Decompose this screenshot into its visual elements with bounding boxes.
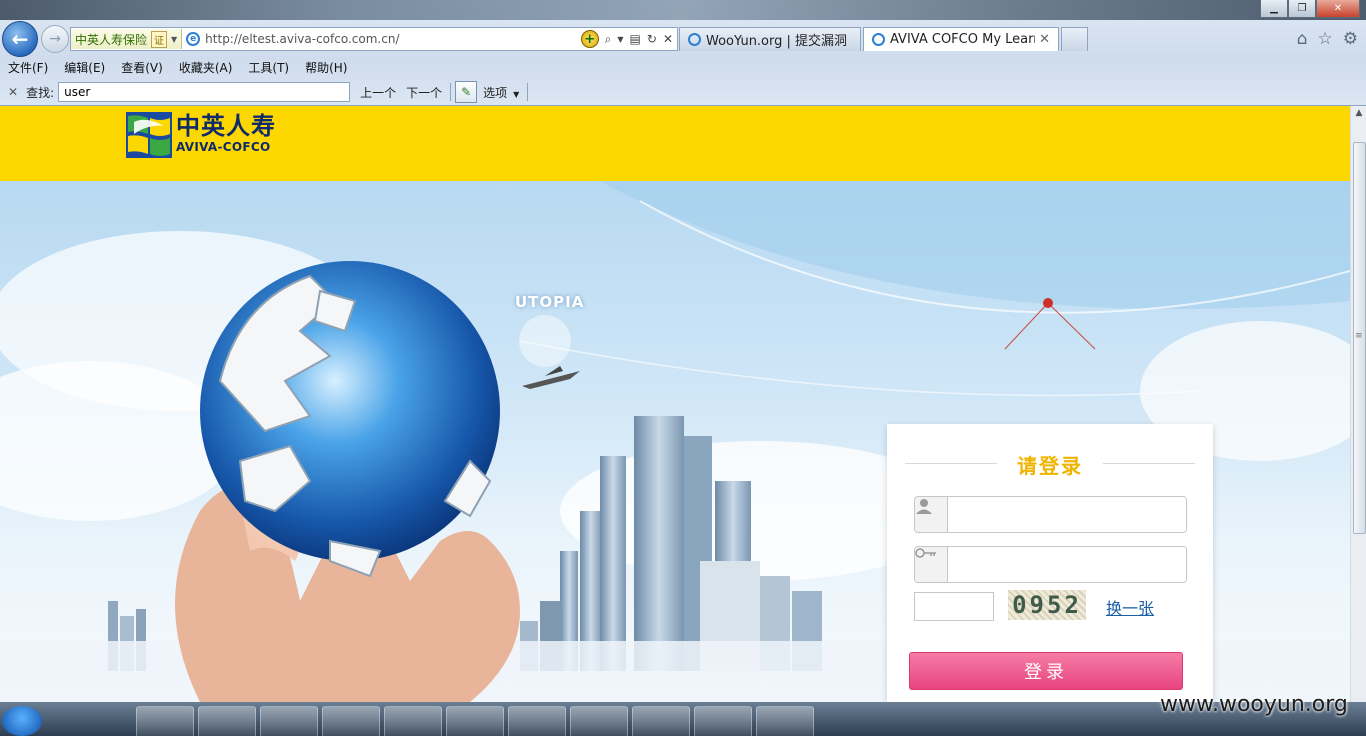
find-options-button[interactable]: 选项 ▼ (483, 84, 519, 101)
scroll-grip-icon: ≡ (1355, 331, 1363, 341)
taskbar-app-button[interactable] (322, 706, 380, 738)
username-input[interactable] (948, 497, 1186, 532)
site-header: 中英人寿 AVIVA-COFCO (0, 106, 1350, 181)
taskbar-app-button[interactable] (446, 706, 504, 738)
username-field[interactable] (914, 496, 1187, 533)
browser-chrome: ▁ ❐ ✕ ← → 中英人寿保险 证 ▼ e http://eltest.avi… (0, 0, 1366, 106)
taskbar-app-button[interactable] (570, 706, 628, 738)
find-bar: ✕ 查找: 上一个 下一个 ✎ 选项 ▼ (0, 79, 1366, 105)
address-bar[interactable]: 中英人寿保险 证 ▼ e http://eltest.aviva-cofco.c… (70, 27, 678, 51)
taskbar-app-button[interactable] (198, 706, 256, 738)
captcha-input[interactable] (914, 592, 994, 621)
chevron-down-icon: ▼ (513, 89, 520, 99)
tab-aviva[interactable]: AVIVA COFCO My Learni... ✕ (863, 27, 1059, 51)
card-zigzag-edge (887, 424, 1213, 430)
scroll-up-icon[interactable]: ▲ (1351, 108, 1366, 122)
close-tab-icon[interactable]: ✕ (1039, 32, 1050, 47)
tab-label: AVIVA COFCO My Learni... (890, 32, 1035, 47)
new-tab-button[interactable] (1061, 27, 1088, 51)
browser-toolbar-icons: ⌂ ☆ ⚙ (1297, 29, 1358, 49)
home-icon[interactable]: ⌂ (1297, 29, 1308, 49)
forward-button[interactable]: → (41, 25, 69, 53)
minimize-button[interactable]: ▁ (1260, 0, 1288, 18)
watermark-text: www.wooyun.org (1160, 692, 1348, 717)
menu-file[interactable]: 文件(F) (0, 59, 56, 76)
divider (450, 83, 452, 101)
certificate-icon: 证 (151, 30, 168, 48)
back-arrow-icon: ← (11, 27, 29, 51)
menu-help[interactable]: 帮助(H) (297, 59, 355, 76)
site-identity[interactable]: 中英人寿保险 证 ▼ (71, 29, 183, 49)
url-field[interactable]: e http://eltest.aviva-cofco.com.cn/ (186, 32, 580, 46)
close-window-button[interactable]: ✕ (1316, 0, 1360, 18)
window-controls: ▁ ❐ ✕ (1260, 0, 1360, 18)
web-page: 中英人寿 AVIVA-COFCO UTOPIA 请登录 0952 换一张 登录 (0, 106, 1350, 702)
user-icon (915, 497, 948, 532)
refresh-icon[interactable]: ↻ (647, 32, 657, 46)
site-identity-label: 中英人寿保险 (75, 32, 148, 47)
menu-view[interactable]: 查看(V) (113, 59, 171, 76)
ie-page-icon: e (186, 32, 201, 46)
taskbar-app-button[interactable] (632, 706, 690, 738)
tab-wooyun[interactable]: WooYun.org | 提交漏洞 (679, 27, 861, 51)
find-next-button[interactable]: 下一个 (406, 84, 442, 101)
restore-button[interactable]: ❐ (1288, 0, 1316, 18)
hero-utopia-text: UTOPIA (515, 293, 585, 311)
ie-page-icon (688, 33, 701, 46)
compat-view-icon[interactable]: ▤ (630, 32, 641, 46)
find-options-label: 选项 (483, 85, 508, 100)
search-icon[interactable]: ⌕ (605, 32, 612, 47)
captcha-image[interactable]: 0952 (1008, 590, 1086, 620)
password-input[interactable] (948, 547, 1186, 582)
compatibility-icon[interactable]: + (580, 30, 599, 48)
back-button[interactable]: ← (2, 21, 38, 57)
logo-mark-icon (126, 112, 172, 158)
menu-bar: 文件(F) 编辑(E) 查看(V) 收藏夹(A) 工具(T) 帮助(H) (0, 56, 1366, 78)
logo-english-text: AVIVA-COFCO (176, 140, 271, 154)
taskbar-app-button[interactable] (508, 706, 566, 738)
login-panel: 请登录 0952 换一张 登录 (887, 424, 1213, 702)
stop-icon[interactable]: ✕ (663, 32, 673, 46)
taskbar-app-button[interactable] (384, 706, 442, 738)
find-previous-button[interactable]: 上一个 (360, 84, 396, 101)
vertical-scrollbar[interactable]: ▲ ≡ (1350, 106, 1366, 702)
favorites-star-icon[interactable]: ☆ (1318, 29, 1333, 49)
tab-strip: WooYun.org | 提交漏洞 AVIVA COFCO My Learni.… (679, 27, 1090, 51)
taskbar-app-button[interactable] (260, 706, 318, 738)
gear-icon[interactable]: ⚙ (1343, 29, 1358, 49)
forward-arrow-icon: → (49, 31, 61, 47)
login-button[interactable]: 登录 (909, 652, 1183, 690)
chevron-down-icon[interactable]: ▼ (617, 35, 623, 44)
login-title: 请登录 (1017, 454, 1083, 478)
find-input[interactable] (58, 82, 351, 102)
password-field[interactable] (914, 546, 1187, 583)
taskbar-app-button[interactable] (136, 706, 194, 738)
divider (527, 83, 529, 101)
close-find-icon[interactable]: ✕ (8, 85, 18, 99)
site-logo[interactable]: 中英人寿 AVIVA-COFCO (126, 112, 276, 158)
taskbar-app-button[interactable] (756, 706, 814, 738)
url-text: http://eltest.aviva-cofco.com.cn/ (205, 32, 400, 46)
menu-edit[interactable]: 编辑(E) (56, 59, 113, 76)
menu-favorites[interactable]: 收藏夹(A) (171, 59, 241, 76)
tab-label: WooYun.org | 提交漏洞 (706, 34, 848, 49)
find-label: 查找: (26, 85, 55, 100)
menu-tools[interactable]: 工具(T) (240, 59, 297, 76)
title-bar (0, 0, 1366, 20)
highlight-icon[interactable]: ✎ (455, 81, 478, 103)
taskbar-app-button[interactable] (694, 706, 752, 738)
refresh-captcha-link[interactable]: 换一张 (1106, 595, 1154, 619)
hero-banner: UTOPIA 请登录 0952 换一张 登录 (0, 181, 1350, 702)
chevron-down-icon: ▼ (171, 34, 178, 44)
start-button[interactable] (2, 706, 42, 736)
key-icon (915, 547, 948, 582)
ie-page-icon (872, 33, 885, 46)
logo-chinese-text: 中英人寿 (176, 111, 276, 140)
